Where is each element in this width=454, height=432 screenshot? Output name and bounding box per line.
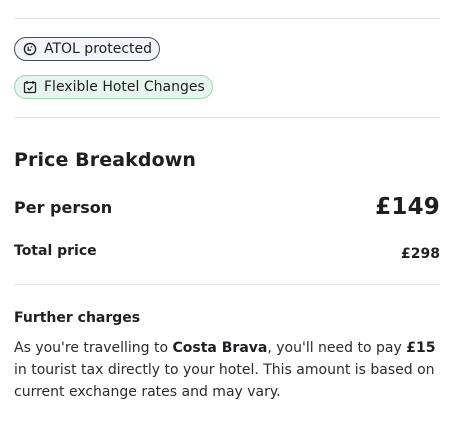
charges-text-part-2: , you'll need to pay xyxy=(267,340,407,356)
tourist-tax-amount: £15 xyxy=(406,340,436,356)
per-person-price: £149 xyxy=(375,194,440,220)
further-charges-text: As you're travelling to Costa Brava, you… xyxy=(14,337,440,403)
flexible-hotel-label: Flexible Hotel Changes xyxy=(44,79,205,95)
badges-divider xyxy=(14,117,440,118)
atol-badge: ATOL protected xyxy=(14,37,161,61)
price-breakdown-title: Price Breakdown xyxy=(14,149,196,171)
price-panel: ATOL protected Flexible Hotel Changes Pr… xyxy=(14,0,440,403)
total-price-row: Total price £298 xyxy=(14,240,440,262)
destination-name: Costa Brava xyxy=(172,340,268,356)
flexible-hotel-badge: Flexible Hotel Changes xyxy=(14,75,213,99)
calendar-check-icon xyxy=(23,80,37,94)
total-price-label: Total price xyxy=(14,243,97,259)
per-person-label: Per person xyxy=(14,197,113,217)
charges-text-part-3: in tourist tax directly to your hotel. T… xyxy=(14,362,435,400)
charges-text-part-1: As you're travelling to xyxy=(14,340,173,356)
per-person-row: Per person £149 xyxy=(14,194,440,220)
atol-badge-label: ATOL protected xyxy=(44,41,153,57)
total-price-value: £298 xyxy=(401,246,440,262)
further-charges-title: Further charges xyxy=(14,310,141,326)
charges-divider xyxy=(14,284,440,285)
atol-shield-icon xyxy=(23,42,37,56)
